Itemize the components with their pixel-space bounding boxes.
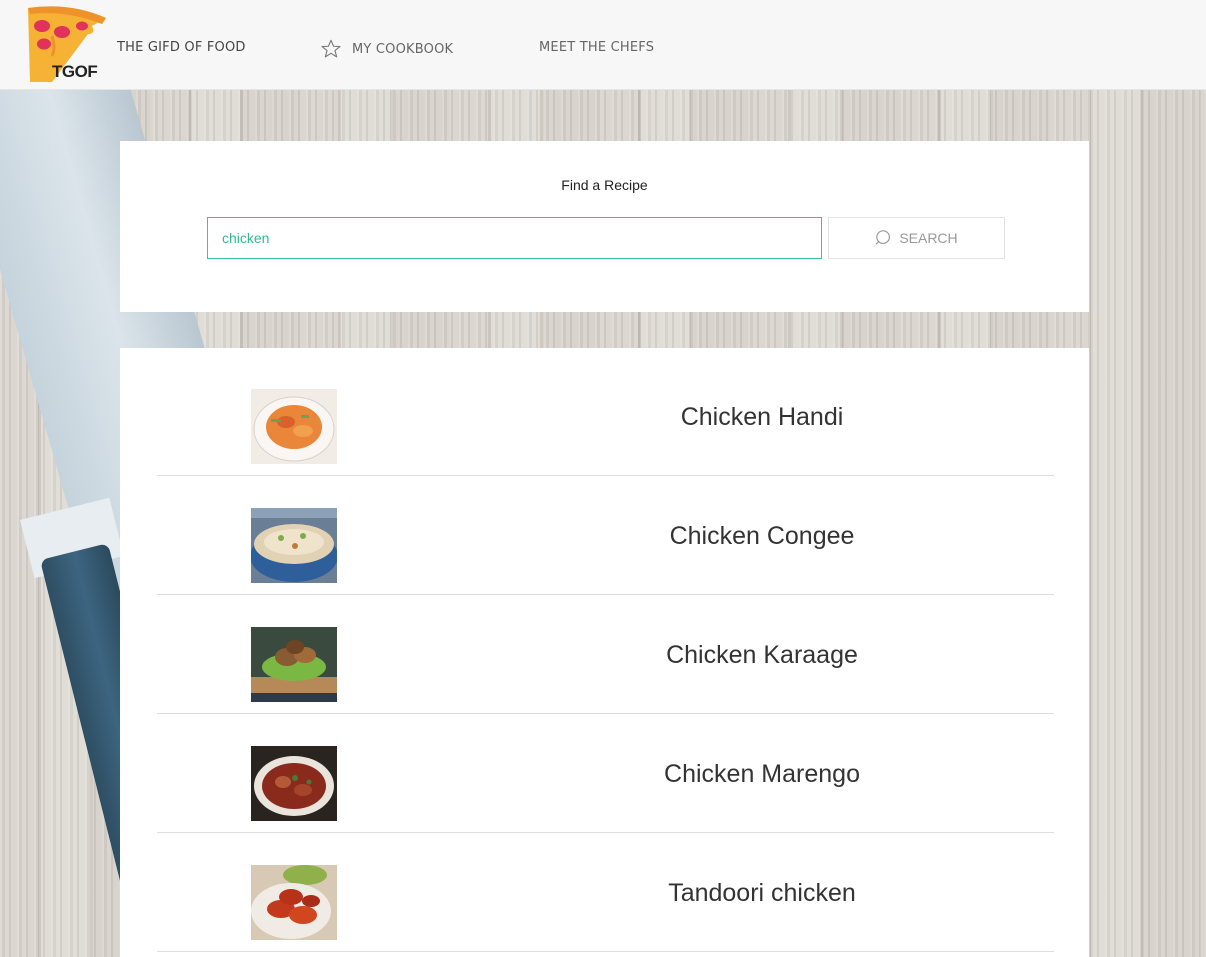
recipe-thumbnail[interactable] bbox=[251, 627, 337, 702]
nav-link-home[interactable]: THE GIFD OF FOOD bbox=[117, 40, 246, 55]
logo-wordmark: TGOF bbox=[52, 62, 98, 81]
search-title: Find a Recipe bbox=[561, 177, 648, 193]
recipe-result-item[interactable]: Chicken Karaage bbox=[157, 596, 1054, 714]
recipe-title[interactable]: Tandoori chicken bbox=[577, 834, 947, 952]
recipe-thumbnail[interactable] bbox=[251, 746, 337, 821]
top-navigation-bar: TGOF THE GIFD OF FOOD MY COOKBOOK MEET T… bbox=[0, 0, 1206, 90]
recipe-title[interactable]: Chicken Marengo bbox=[577, 715, 947, 833]
search-button-label: SEARCH bbox=[899, 230, 958, 246]
recipe-thumbnail[interactable] bbox=[251, 508, 337, 583]
recipe-results-list: Chicken Handi Chicken Congee Chicken Kar… bbox=[120, 348, 1089, 957]
nav-link-meet-the-chefs[interactable]: MEET THE CHEFS bbox=[539, 40, 654, 55]
recipe-title[interactable]: Chicken Karaage bbox=[577, 596, 947, 714]
nav-link-my-cookbook-label: MY COOKBOOK bbox=[352, 41, 454, 57]
search-input[interactable] bbox=[207, 217, 822, 259]
search-panel: Find a Recipe SEARCH bbox=[120, 141, 1089, 312]
star-icon bbox=[320, 38, 342, 60]
recipe-result-item[interactable]: Tandoori chicken bbox=[157, 834, 1054, 952]
recipe-result-item[interactable]: Chicken Congee bbox=[157, 477, 1054, 595]
nav-link-my-cookbook[interactable]: MY COOKBOOK bbox=[320, 38, 453, 60]
recipe-title[interactable]: Chicken Handi bbox=[577, 358, 947, 476]
recipe-thumbnail[interactable] bbox=[251, 865, 337, 940]
recipe-thumbnail[interactable] bbox=[251, 389, 337, 464]
search-icon bbox=[875, 229, 893, 247]
recipe-title[interactable]: Chicken Congee bbox=[577, 477, 947, 595]
search-button[interactable]: SEARCH bbox=[828, 217, 1005, 259]
recipe-result-item[interactable]: Chicken Handi bbox=[157, 358, 1054, 476]
recipe-result-item[interactable]: Chicken Marengo bbox=[157, 715, 1054, 833]
